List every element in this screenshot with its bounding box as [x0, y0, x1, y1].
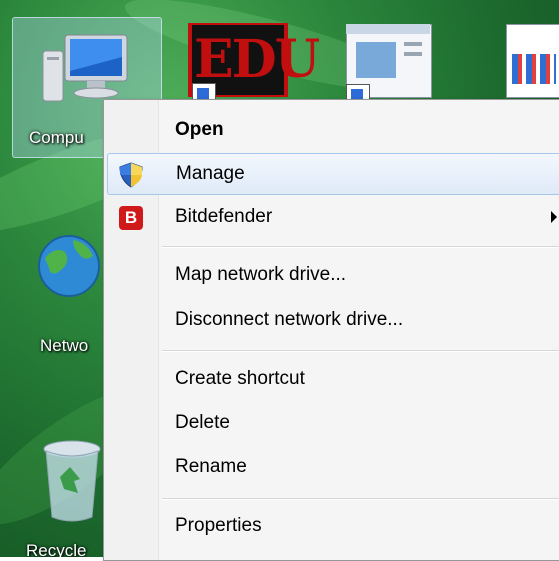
- menu-item-properties[interactable]: Properties: [107, 506, 559, 546]
- submenu-arrow-icon: [551, 211, 557, 223]
- menu-item-label: Bitdefender: [175, 206, 273, 227]
- menu-item-manage[interactable]: Manage: [107, 153, 559, 195]
- menu-item-label: Open: [175, 119, 224, 140]
- menu-item-label: Map network drive...: [175, 264, 347, 285]
- menu-item-label: Properties: [175, 515, 262, 536]
- context-menu: Open Manage B Bitdefender Map network dr…: [103, 99, 559, 561]
- edu-shortcut-text: EDU: [194, 29, 320, 90]
- menu-item-label: Rename: [175, 456, 247, 477]
- menu-item-bitdefender[interactable]: B Bitdefender: [107, 197, 559, 237]
- menu-item-create-shortcut[interactable]: Create shortcut: [107, 359, 559, 399]
- edu-shortcut-icon[interactable]: EDU: [188, 23, 320, 107]
- menu-item-label: Delete: [175, 412, 230, 433]
- computer-label: Compu: [29, 128, 84, 147]
- menu-item-label: Create shortcut: [175, 368, 305, 389]
- menu-separator: [162, 350, 559, 352]
- menu-separator: [162, 246, 559, 248]
- menu-item-delete[interactable]: Delete: [107, 403, 559, 443]
- bitdefender-icon-letter: B: [124, 208, 138, 227]
- network-globe-icon[interactable]: [35, 228, 105, 308]
- bitdefender-icon: B: [119, 206, 143, 230]
- menu-item-map-network-drive[interactable]: Map network drive...: [107, 255, 559, 295]
- menu-item-disconnect-network-drive[interactable]: Disconnect network drive...: [107, 300, 559, 340]
- menu-item-label: Manage: [176, 163, 245, 184]
- grid-app-shortcut-icon[interactable]: [506, 24, 559, 100]
- recycle-bin-label: Recycle: [26, 541, 87, 557]
- menu-item-open[interactable]: Open: [107, 110, 559, 150]
- menu-separator: [162, 498, 559, 500]
- recycle-bin-icon[interactable]: [40, 437, 104, 527]
- window-shortcut-icon[interactable]: [346, 24, 436, 108]
- menu-item-rename[interactable]: Rename: [107, 447, 559, 487]
- network-label: Netwo: [40, 336, 89, 355]
- menu-item-label: Disconnect network drive...: [175, 309, 404, 330]
- uac-shield-icon: [119, 162, 143, 188]
